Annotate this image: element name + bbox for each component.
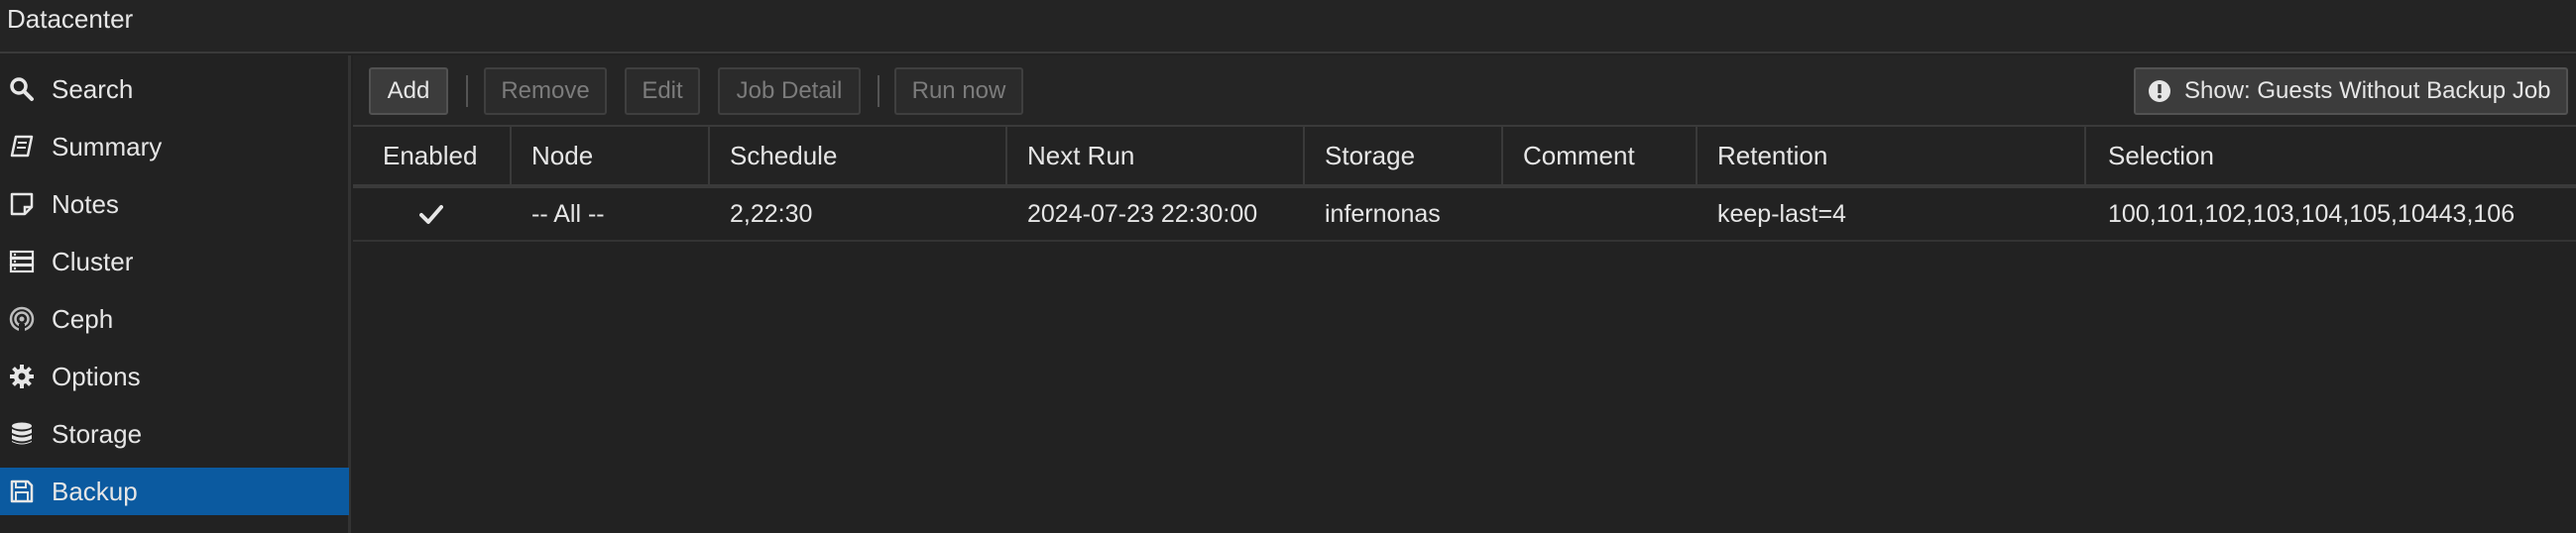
run-now-button[interactable]: Run now — [894, 67, 1023, 115]
sidebar: Search Summary Notes Cluster Ceph Option… — [0, 55, 351, 533]
column-header-next-run[interactable]: Next Run — [1007, 127, 1305, 184]
sidebar-item-notes[interactable]: Notes — [0, 180, 349, 228]
sidebar-item-search[interactable]: Search — [0, 65, 349, 113]
edit-button[interactable]: Edit — [625, 67, 700, 115]
storage-cell: infernonas — [1325, 199, 1441, 228]
sidebar-item-label: Summary — [52, 131, 163, 161]
page-title: Datacenter — [7, 4, 134, 34]
toolbar: Add Remove Edit Job Detail Run now Show:… — [353, 55, 2576, 127]
toolbar-separator — [466, 75, 468, 107]
search-icon — [8, 75, 36, 103]
retention-cell: keep-last=4 — [1717, 199, 1846, 228]
add-button[interactable]: Add — [369, 67, 448, 115]
sidebar-item-cluster[interactable]: Cluster — [0, 238, 349, 285]
selection-cell: 100,101,102,103,104,105,10443,106 — [2108, 199, 2516, 228]
checkmark-icon — [419, 202, 443, 226]
column-header-schedule[interactable]: Schedule — [710, 127, 1007, 184]
sidebar-item-label: Options — [52, 361, 141, 391]
sidebar-item-summary[interactable]: Summary — [0, 123, 349, 170]
schedule-cell: 2,22:30 — [730, 199, 813, 228]
server-icon — [8, 248, 36, 275]
floppy-disk-icon — [8, 478, 36, 505]
comment-cell — [1523, 188, 1698, 240]
column-header-enabled[interactable]: Enabled — [353, 127, 512, 184]
sidebar-item-label: Backup — [52, 476, 138, 506]
job-detail-button[interactable]: Job Detail — [718, 67, 861, 115]
sidebar-item-label: Cluster — [52, 246, 134, 276]
table-row[interactable]: -- All -- 2,22:30 2024-07-23 22:30:00 in… — [353, 188, 2576, 242]
sticky-note-icon — [8, 190, 36, 218]
column-header-storage[interactable]: Storage — [1305, 127, 1503, 184]
main-panel: Add Remove Edit Job Detail Run now Show:… — [353, 55, 2576, 533]
show-guests-label: Show: Guests Without Backup Job — [2184, 77, 2551, 104]
book-icon — [8, 133, 36, 160]
sidebar-item-ceph[interactable]: Ceph — [0, 295, 349, 343]
sidebar-item-storage[interactable]: Storage — [0, 410, 349, 458]
toolbar-separator — [878, 75, 879, 107]
sidebar-item-label: Ceph — [52, 303, 114, 334]
column-header-selection[interactable]: Selection — [2086, 127, 2576, 184]
titlebar: Datacenter — [0, 0, 2576, 53]
sidebar-item-backup[interactable]: Backup — [0, 468, 349, 515]
gear-icon — [8, 363, 36, 390]
table-header: Enabled Node Schedule Next Run Storage C… — [353, 127, 2576, 188]
column-header-retention[interactable]: Retention — [1698, 127, 2086, 184]
database-icon — [8, 420, 36, 448]
sidebar-item-label: Notes — [52, 188, 119, 219]
enabled-cell[interactable] — [353, 188, 512, 240]
sidebar-item-options[interactable]: Options — [0, 353, 349, 400]
remove-button[interactable]: Remove — [484, 67, 607, 115]
column-header-comment[interactable]: Comment — [1503, 127, 1698, 184]
ceph-icon — [8, 305, 36, 333]
exclamation-circle-icon — [2148, 79, 2171, 103]
show-guests-without-backup-button[interactable]: Show: Guests Without Backup Job — [2134, 67, 2568, 115]
node-cell: -- All -- — [531, 199, 605, 228]
sidebar-item-label: Search — [52, 73, 134, 104]
sidebar-item-label: Storage — [52, 418, 143, 449]
next-run-cell: 2024-07-23 22:30:00 — [1027, 199, 1258, 228]
column-header-node[interactable]: Node — [512, 127, 710, 184]
